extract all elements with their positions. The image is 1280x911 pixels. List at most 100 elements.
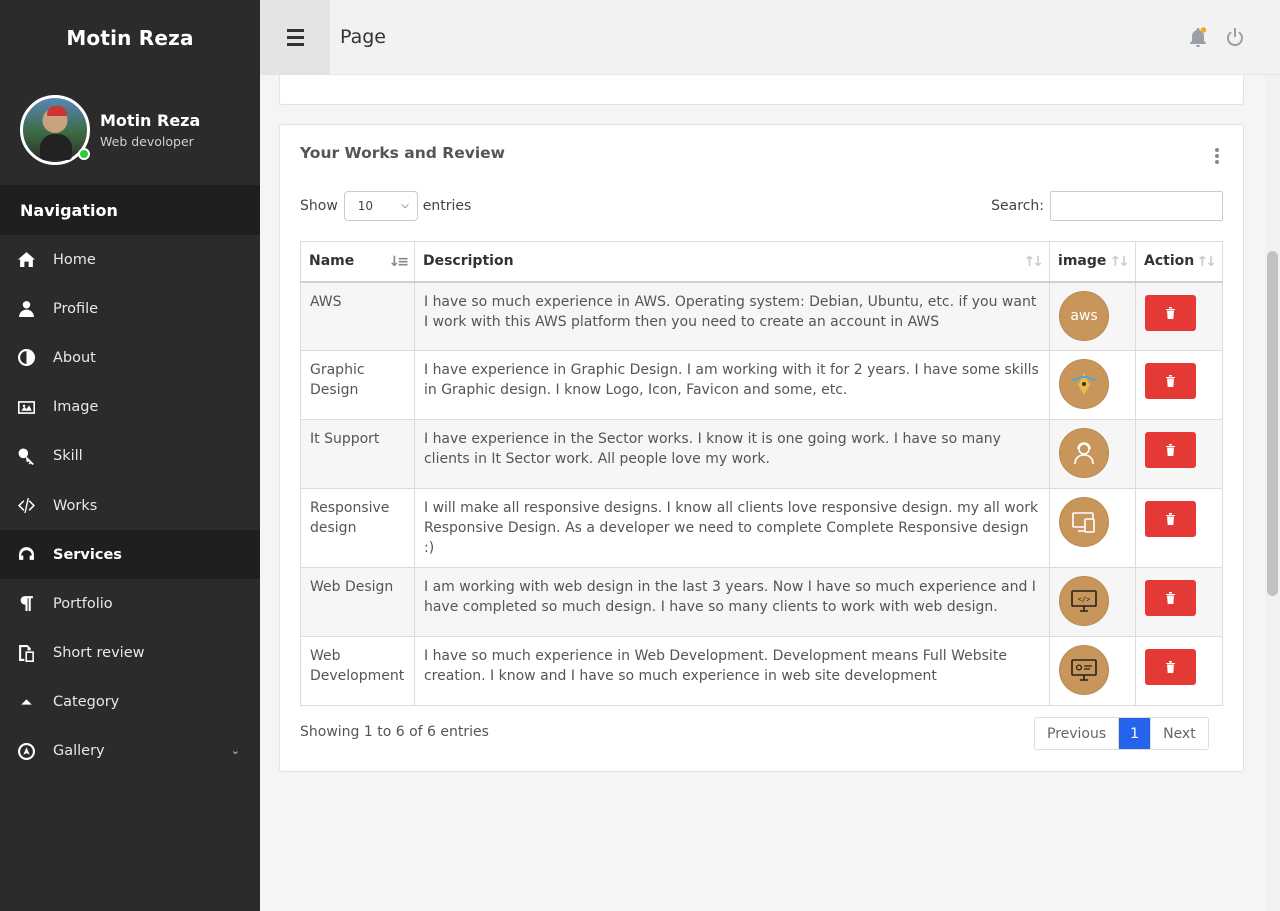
key-icon bbox=[16, 446, 36, 466]
brand-title[interactable]: Motin Reza bbox=[0, 0, 260, 75]
column-header-action[interactable]: Action ↑↓ bbox=[1135, 241, 1223, 283]
delete-button[interactable] bbox=[1145, 294, 1196, 331]
delete-button[interactable] bbox=[1145, 649, 1196, 685]
sidebar-item-works[interactable]: Works bbox=[0, 481, 260, 530]
delete-button[interactable] bbox=[1145, 363, 1196, 399]
sidebar-item-label: Gallery bbox=[53, 743, 105, 760]
sidebar-item-category[interactable]: Category bbox=[0, 678, 260, 727]
avatar[interactable] bbox=[20, 95, 90, 165]
support-person-icon bbox=[1059, 428, 1110, 478]
pagination: Previous 1 Next bbox=[1034, 717, 1209, 750]
main-content: Your Works and Review Show 10 ⌵ entries … bbox=[260, 75, 1265, 911]
cell-description: I have so much experience in AWS. Operat… bbox=[413, 281, 1051, 351]
svg-text:</>: </> bbox=[1078, 596, 1091, 604]
menu-toggle-button[interactable] bbox=[260, 0, 330, 75]
table-row: Web Development I have so much experienc… bbox=[300, 636, 1223, 706]
sort-ascending-icon: ↓≡ bbox=[388, 254, 410, 270]
chevron-down-icon[interactable]: ⌄ bbox=[231, 744, 240, 757]
sidebar-item-label: Short review bbox=[53, 645, 145, 662]
next-page-button[interactable]: Next bbox=[1150, 718, 1208, 749]
cell-description: I have experience in Graphic Design. I a… bbox=[413, 350, 1051, 420]
scrollbar-thumb[interactable] bbox=[1267, 251, 1278, 596]
trash-icon bbox=[1166, 375, 1175, 387]
profile-name: Motin Reza bbox=[100, 111, 201, 130]
previous-page-button[interactable]: Previous bbox=[1035, 718, 1120, 749]
monitor-code-icon: </> bbox=[1059, 576, 1110, 626]
sidebar-item-services[interactable]: Services bbox=[0, 530, 260, 580]
monitor-dev-icon bbox=[1059, 645, 1110, 695]
cell-name: Graphic Design bbox=[300, 350, 415, 420]
sidebar-item-portfolio[interactable]: Portfolio bbox=[0, 579, 260, 628]
table-row: Web Design I am working with web design … bbox=[300, 567, 1223, 637]
works-review-card: Your Works and Review Show 10 ⌵ entries … bbox=[279, 124, 1244, 772]
topbar: Page bbox=[260, 0, 1280, 75]
notification-bell-icon[interactable] bbox=[1187, 26, 1209, 48]
nav-list: Home Profile About Image Skill Works Ser… bbox=[0, 235, 260, 776]
hamburger-icon bbox=[286, 27, 304, 48]
sidebar-item-gallery[interactable]: Gallery ⌄ bbox=[0, 727, 260, 776]
sort-icon: ↑↓ bbox=[1196, 254, 1218, 270]
pen-tool-icon bbox=[1059, 359, 1110, 409]
paragraph-icon bbox=[16, 594, 36, 614]
code-icon bbox=[16, 496, 36, 516]
column-header-name[interactable]: Name ↓≡ bbox=[300, 241, 415, 283]
sidebar-item-label: Works bbox=[53, 497, 98, 514]
sort-icon: ↑↓ bbox=[1109, 254, 1131, 270]
navigation-heading: Navigation bbox=[0, 185, 260, 235]
table-row: Responsive design I will make all respon… bbox=[300, 488, 1223, 568]
delete-button[interactable] bbox=[1145, 580, 1196, 616]
copy-icon bbox=[16, 643, 36, 663]
page-1-button[interactable]: 1 bbox=[1119, 718, 1151, 749]
table-header-row: Name ↓≡ Description ↑↓ image ↑↓ Action ↑… bbox=[300, 241, 1223, 283]
delete-button[interactable] bbox=[1145, 432, 1196, 468]
cell-description: I will make all responsive designs. I kn… bbox=[413, 488, 1051, 568]
sidebar-item-label: Services bbox=[53, 546, 122, 563]
more-options-icon[interactable] bbox=[1215, 148, 1219, 166]
sidebar-item-profile[interactable]: Profile bbox=[0, 284, 260, 333]
table-info: Showing 1 to 6 of 6 entries bbox=[300, 724, 489, 740]
cell-name: It Support bbox=[300, 419, 415, 489]
sidebar-item-skill[interactable]: Skill bbox=[0, 432, 260, 481]
cell-name: Web Design bbox=[300, 567, 415, 637]
page-scrollbar[interactable] bbox=[1265, 75, 1280, 911]
page-length-control: Show 10 ⌵ entries bbox=[300, 191, 471, 221]
column-header-description[interactable]: Description ↑↓ bbox=[413, 241, 1051, 283]
table-row: Graphic Design I have experience in Grap… bbox=[300, 350, 1223, 420]
compass-icon bbox=[16, 741, 36, 761]
search-input[interactable] bbox=[1050, 191, 1223, 221]
sidebar-item-about[interactable]: About bbox=[0, 333, 260, 382]
online-status-dot bbox=[78, 148, 90, 160]
column-header-image[interactable]: image ↑↓ bbox=[1049, 241, 1136, 283]
show-label: Show bbox=[300, 198, 338, 214]
home-icon bbox=[16, 250, 36, 270]
aws-icon: aws bbox=[1059, 290, 1110, 341]
half-circle-icon bbox=[16, 348, 36, 368]
cell-description: I have so much experience in Web Develop… bbox=[413, 636, 1051, 706]
sidebar-item-label: About bbox=[53, 349, 96, 366]
trash-icon bbox=[1166, 444, 1175, 456]
cell-name: Web Development bbox=[300, 636, 415, 706]
sidebar-item-label: Category bbox=[53, 694, 120, 711]
sidebar-item-image[interactable]: Image bbox=[0, 383, 260, 432]
sidebar-item-short-review[interactable]: Short review bbox=[0, 629, 260, 678]
user-icon bbox=[16, 299, 36, 319]
sidebar-item-label: Profile bbox=[53, 300, 99, 317]
cell-description: I am working with web design in the last… bbox=[413, 567, 1051, 637]
page-size-select[interactable]: 10 ⌵ bbox=[343, 191, 418, 221]
sidebar: Motin Reza Motin Reza Web devoloper Navi… bbox=[0, 0, 260, 911]
page-size-value: 10 bbox=[357, 199, 374, 213]
profile-role: Web devoloper bbox=[100, 134, 194, 149]
sort-icon: ↑↓ bbox=[1023, 254, 1045, 270]
cell-name: Responsive design bbox=[300, 488, 415, 568]
works-table: Name ↓≡ Description ↑↓ image ↑↓ Action ↑… bbox=[300, 241, 1223, 706]
trash-icon bbox=[1166, 592, 1175, 604]
user-profile: Motin Reza Web devoloper bbox=[0, 75, 260, 185]
chevron-down-icon: ⌵ bbox=[401, 200, 409, 211]
responsive-devices-icon bbox=[1059, 497, 1110, 547]
power-logout-icon[interactable] bbox=[1224, 26, 1246, 48]
cell-name: AWS bbox=[300, 281, 415, 351]
sidebar-item-label: Image bbox=[53, 399, 99, 416]
delete-button[interactable] bbox=[1145, 501, 1196, 537]
sidebar-item-home[interactable]: Home bbox=[0, 235, 260, 284]
headphones-icon bbox=[16, 545, 36, 565]
